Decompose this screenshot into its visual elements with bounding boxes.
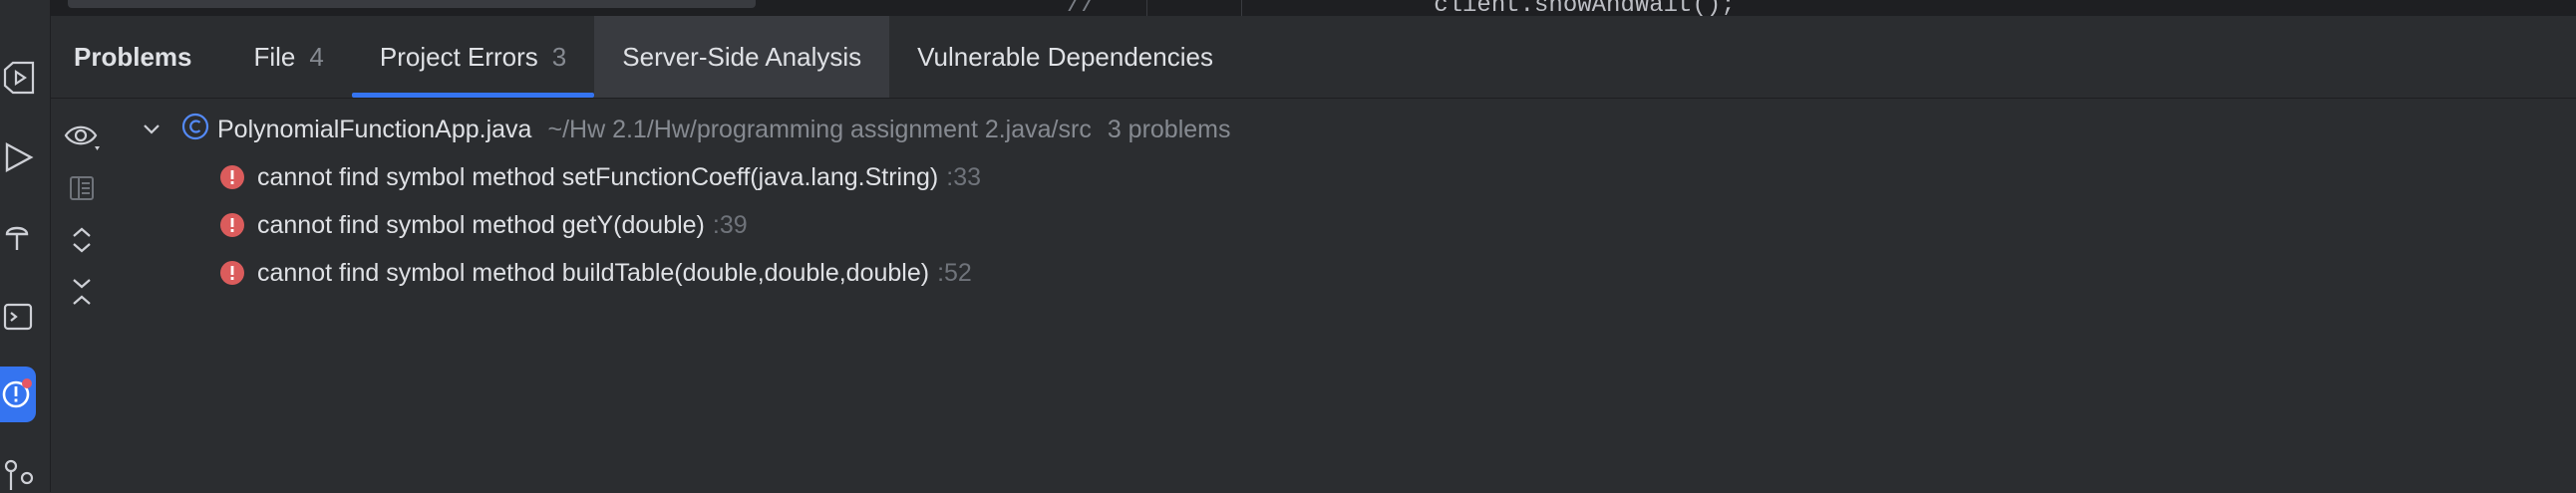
test-icon[interactable]	[0, 217, 40, 257]
problems-toolbar	[50, 99, 112, 492]
file-node[interactable]: PolynomialFunctionApp.java ~/Hw 2.1/Hw/p…	[112, 110, 2504, 149]
tab-project-errors[interactable]: Project Errors 3	[351, 16, 595, 98]
class-c-icon	[181, 113, 209, 147]
chevron-down-icon[interactable]	[132, 123, 171, 136]
terminal-icon[interactable]	[0, 297, 40, 337]
eye-icon[interactable]	[62, 117, 102, 156]
tab-count: 3	[551, 41, 567, 72]
tab-file[interactable]: File 4	[226, 16, 352, 98]
run-icon[interactable]	[0, 137, 40, 177]
problem-line: :33	[946, 162, 982, 191]
tab-server-side-analysis[interactable]: Server-Side Analysis	[594, 16, 890, 98]
divider	[1241, 0, 1242, 16]
tab-count: 4	[309, 41, 324, 72]
problems-icon[interactable]	[0, 367, 36, 422]
collapse-all-icon[interactable]	[62, 272, 102, 312]
divider	[1146, 0, 1147, 16]
tab-label: Server-Side Analysis	[622, 41, 862, 72]
problem-message: cannot find symbol method setFunctionCoe…	[257, 162, 939, 191]
problems-tab-bar: Problems File 4 Project Errors 3 Server-…	[50, 16, 2576, 99]
editor-sliver: // client.showAndWait();	[50, 0, 2576, 19]
error-icon	[219, 212, 245, 238]
problem-line: :39	[712, 210, 748, 239]
error-icon	[219, 164, 245, 190]
scroll-thumb[interactable]	[68, 0, 756, 8]
tool-window-title-label: Problems	[74, 41, 192, 72]
problem-count: 3 problems	[1107, 115, 1231, 143]
error-icon	[219, 260, 245, 286]
problem-line: :52	[937, 258, 972, 287]
tab-label: File	[253, 41, 296, 72]
problem-row[interactable]: cannot find symbol method buildTable(dou…	[219, 253, 2413, 293]
tab-vulnerable-dependencies[interactable]: Vulnerable Dependencies	[889, 16, 1241, 98]
file-path: ~/Hw 2.1/Hw/programming assignment 2.jav…	[547, 115, 1092, 143]
problems-badge	[22, 378, 32, 388]
git-icon[interactable]	[0, 453, 40, 493]
problem-row[interactable]: cannot find symbol method setFunctionCoe…	[219, 157, 2413, 197]
expand-all-icon[interactable]	[62, 220, 102, 260]
tab-label: Project Errors	[379, 41, 538, 72]
preview-icon[interactable]	[62, 168, 102, 208]
services-icon[interactable]	[0, 58, 40, 98]
problem-message: cannot find symbol method buildTable(dou…	[257, 258, 930, 287]
file-name: PolynomialFunctionApp.java	[217, 115, 532, 143]
tool-window-strip	[0, 0, 51, 492]
problem-message: cannot find symbol method getY(double)	[257, 210, 705, 239]
problem-row[interactable]: cannot find symbol method getY(double) :…	[219, 205, 2413, 245]
tab-label: Vulnerable Dependencies	[917, 41, 1213, 72]
tool-window-title: Problems	[50, 16, 226, 98]
